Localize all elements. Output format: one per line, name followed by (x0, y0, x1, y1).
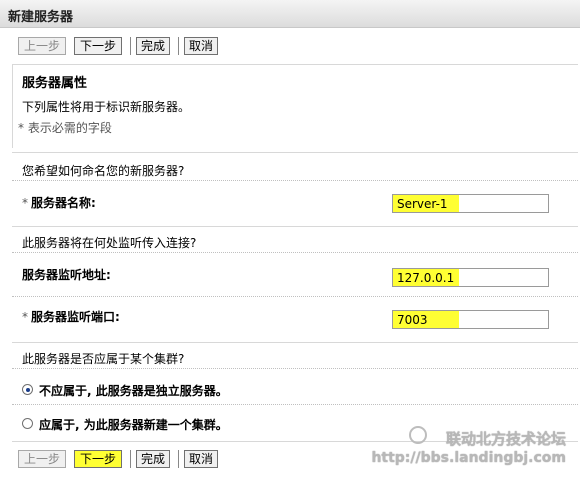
server-name-label-row: * 服务器名称: (22, 194, 96, 211)
divider (12, 296, 578, 297)
divider (12, 342, 578, 343)
section-description: 下列属性将用于标识新服务器。 (22, 100, 191, 114)
name-question: 您希望如何命名您的新服务器? (22, 164, 185, 178)
required-note: * 表示必需的字段 (18, 121, 112, 135)
watermark-logo-icon (409, 426, 427, 444)
prev-button[interactable]: 上一步 (18, 37, 66, 55)
radio-button-checked[interactable] (22, 384, 33, 395)
divider (12, 180, 578, 181)
divider (12, 368, 578, 369)
cancel-button[interactable]: 取消 (184, 450, 218, 468)
button-separator (178, 37, 179, 55)
listen-question: 此服务器将在何处监听传入连接? (22, 236, 197, 250)
finish-button[interactable]: 完成 (136, 450, 170, 468)
button-separator (130, 37, 131, 55)
watermark-text: 联动北方技术论坛 (445, 430, 566, 448)
required-marker: * (22, 196, 28, 210)
server-name-label: 服务器名称: (31, 196, 96, 210)
listen-address-input[interactable] (392, 268, 549, 287)
cancel-button[interactable]: 取消 (184, 37, 218, 55)
divider (12, 226, 578, 227)
server-name-input[interactable] (392, 194, 549, 213)
cluster-option-label: 不应属于, 此服务器是独立服务器。 (39, 384, 228, 398)
button-separator (130, 450, 131, 468)
radio-button[interactable] (22, 418, 33, 429)
divider (12, 404, 578, 405)
watermark-url: http://bbs.landingbj.com (371, 450, 566, 466)
required-marker: * (22, 310, 28, 324)
divider (12, 252, 578, 253)
divider (12, 152, 578, 153)
next-button[interactable]: 下一步 (74, 37, 122, 55)
cluster-option-label: 应属于, 为此服务器新建一个集群。 (39, 418, 228, 432)
cluster-question: 此服务器是否应属于某个集群? (22, 352, 185, 366)
listen-port-input[interactable] (392, 310, 549, 329)
window-titlebar: 新建服务器 (0, 0, 580, 28)
finish-button[interactable]: 完成 (136, 37, 170, 55)
listen-port-label-row: * 服务器监听端口: (22, 308, 120, 325)
button-separator (178, 450, 179, 468)
listen-port-label: 服务器监听端口: (31, 310, 120, 324)
section-title: 服务器属性 (22, 76, 88, 91)
divider (12, 64, 578, 65)
prev-button[interactable]: 上一步 (18, 450, 66, 468)
next-button[interactable]: 下一步 (74, 450, 122, 468)
section-border (12, 64, 13, 148)
window-title: 新建服务器 (8, 10, 74, 25)
listen-address-label: 服务器监听地址: (22, 268, 111, 282)
